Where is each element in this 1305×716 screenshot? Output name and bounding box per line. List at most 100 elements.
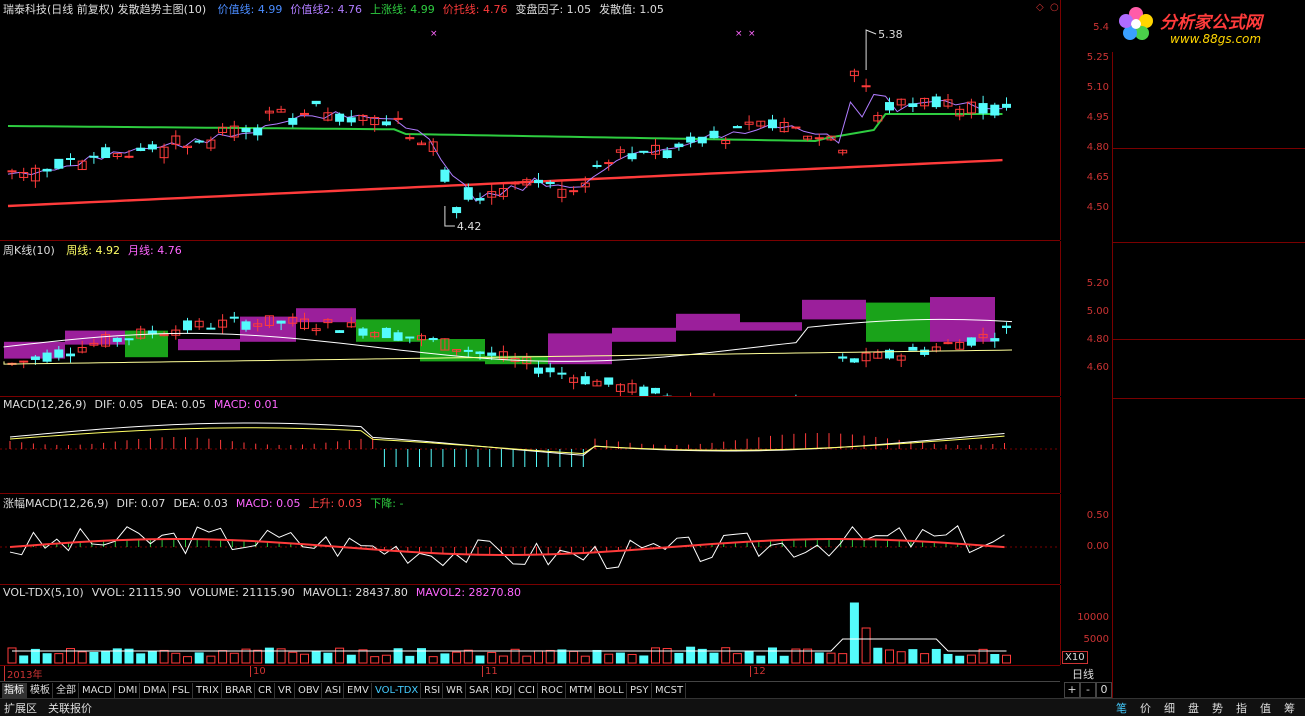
tick-row[interactable] [1113, 633, 1305, 652]
volume-bar[interactable] [194, 652, 204, 664]
candle[interactable] [639, 150, 649, 153]
volume-bar[interactable] [206, 655, 216, 664]
order-book-row[interactable] [1113, 145, 1305, 164]
volume-bar[interactable] [838, 653, 848, 664]
zf-macd-chart[interactable] [0, 494, 1060, 584]
candle[interactable] [814, 137, 824, 140]
candle[interactable] [768, 119, 777, 129]
weekly-candle[interactable] [557, 372, 567, 375]
volume-bar[interactable] [7, 647, 17, 664]
weekly-candle[interactable] [381, 327, 391, 339]
volume-panel[interactable]: VOL-TDX(5,10) VVOL: 21115.90 VOLUME: 21115… [0, 585, 1060, 666]
volume-bar[interactable] [264, 647, 274, 664]
candle[interactable] [335, 113, 345, 122]
macd-chart[interactable] [0, 397, 1060, 493]
weekly-candle[interactable] [393, 332, 403, 341]
volume-bar[interactable] [171, 652, 181, 664]
volume-bar[interactable] [779, 655, 789, 664]
volume-bar[interactable] [101, 650, 111, 664]
candle[interactable] [592, 164, 602, 167]
weekly-candle[interactable] [112, 337, 122, 342]
volume-bar[interactable] [826, 652, 836, 664]
order-book-row[interactable] [1113, 105, 1305, 124]
indicator-tab[interactable]: VR [276, 683, 295, 698]
indicator-tab[interactable]: MACD [80, 683, 115, 698]
weekly-kline-panel[interactable]: 周K线(10) 周线: 4.92 月线: 4.76 [0, 241, 1060, 397]
order-book-row[interactable] [1113, 67, 1305, 86]
tick-row[interactable] [1113, 471, 1305, 490]
volume-bar[interactable] [557, 649, 567, 664]
order-book-row[interactable] [1113, 183, 1305, 202]
tick-row[interactable] [1113, 435, 1305, 454]
volume-bar[interactable] [627, 653, 637, 664]
volume-bar[interactable] [545, 649, 555, 664]
weekly-candle[interactable] [428, 337, 438, 341]
candle[interactable] [545, 181, 555, 185]
weekly-candle[interactable] [580, 376, 590, 385]
candle[interactable] [253, 127, 263, 136]
volume-bar[interactable] [615, 652, 625, 664]
weekly-candle[interactable] [19, 360, 29, 363]
candle[interactable] [662, 150, 672, 159]
volume-bar[interactable] [908, 649, 918, 664]
weekly-box[interactable] [676, 313, 740, 331]
volume-bar[interactable] [534, 650, 543, 664]
detail-tab[interactable]: 指 [1236, 700, 1247, 716]
indicator-tab[interactable]: DMA [141, 683, 170, 698]
order-book-row[interactable] [1113, 48, 1305, 67]
candle[interactable] [311, 100, 321, 105]
volume-bar[interactable] [580, 655, 590, 664]
weekly-candle[interactable] [229, 316, 239, 319]
indicator-tab[interactable]: EMV [345, 683, 372, 698]
indicator-tab[interactable]: MCST [653, 683, 687, 698]
volume-bar[interactable] [452, 651, 462, 664]
indicator-tab[interactable]: 指标 [2, 683, 27, 698]
order-book-row[interactable] [1113, 164, 1305, 183]
weekly-candle[interactable] [604, 377, 614, 385]
tick-row[interactable] [1113, 489, 1305, 508]
weekly-candle[interactable] [66, 353, 75, 357]
indicator-tab[interactable]: 模板 [28, 683, 53, 698]
volume-bar[interactable] [463, 649, 473, 664]
volume-bar[interactable] [475, 655, 485, 664]
candle[interactable] [54, 158, 64, 169]
weekly-candle[interactable] [639, 386, 649, 396]
weekly-candle[interactable] [147, 330, 157, 335]
weekly-candle[interactable] [487, 352, 497, 356]
weekly-candle[interactable] [966, 337, 976, 346]
weekly-candle[interactable] [990, 338, 1000, 342]
volume-bar[interactable] [183, 656, 192, 664]
candle[interactable] [732, 126, 742, 129]
volume-bar[interactable] [849, 602, 859, 664]
volume-bar[interactable] [744, 651, 754, 664]
volume-bar[interactable] [732, 653, 742, 664]
weekly-box[interactable] [612, 327, 676, 342]
indicator-tab[interactable]: ROC [539, 683, 566, 698]
volume-bar[interactable] [300, 653, 309, 664]
volume-bar[interactable] [709, 652, 719, 664]
weekly-candle[interactable] [405, 336, 415, 339]
indicator-tab[interactable]: MTM [567, 683, 596, 698]
weekly-candle[interactable] [241, 321, 251, 330]
volume-bar[interactable] [569, 650, 579, 664]
main-chart-panel[interactable]: 瑞泰科技(日线 前复权) 发散趋势主图(10) 价值线: 4.99 价值线2: 4… [0, 0, 1060, 241]
candle[interactable] [300, 112, 309, 115]
volume-bar[interactable] [966, 654, 976, 664]
candle[interactable] [931, 96, 941, 108]
volume-bar[interactable] [323, 652, 333, 664]
tick-row[interactable] [1113, 669, 1305, 688]
weekly-candle[interactable] [335, 330, 345, 333]
candle[interactable] [194, 140, 204, 143]
main-chart-corner-circle[interactable]: ○ [1050, 2, 1059, 13]
volume-bar[interactable] [428, 656, 438, 664]
volume-bar[interactable] [861, 627, 871, 664]
tick-row[interactable] [1113, 417, 1305, 436]
weekly-candle[interactable] [30, 356, 40, 360]
candle[interactable] [7, 170, 17, 173]
volume-bar[interactable] [814, 652, 824, 664]
weekly-candle[interactable] [534, 367, 543, 374]
volume-bar[interactable] [89, 651, 99, 664]
volume-bar[interactable] [920, 653, 930, 664]
weekly-candle[interactable] [545, 367, 555, 373]
volume-bar[interactable] [54, 653, 64, 664]
